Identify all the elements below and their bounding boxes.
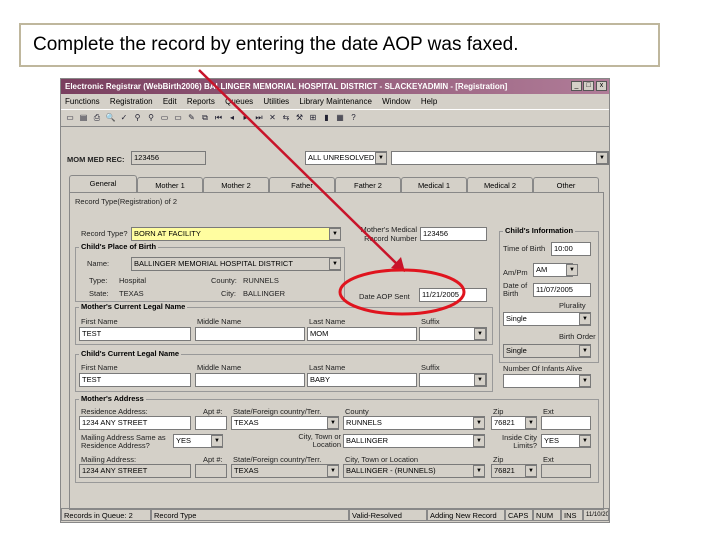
annotation-circle (338, 268, 466, 316)
annotation-arrow (198, 69, 400, 267)
annotation-overlay (198, 69, 466, 316)
